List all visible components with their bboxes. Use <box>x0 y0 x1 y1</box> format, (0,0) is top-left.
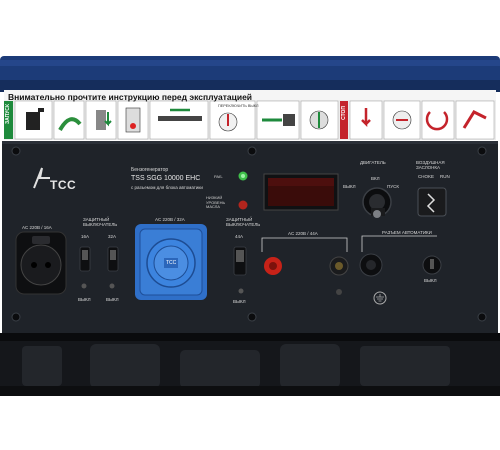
warning-hand-icon <box>455 100 495 140</box>
breaker-32a[interactable] <box>107 246 119 272</box>
choke-title: ВОЗДУШНАЯ ЗАСЛОНКА <box>416 160 445 170</box>
indicator-dot-mid <box>109 283 115 289</box>
lever-icon <box>149 100 209 140</box>
breaker-32a-label: 32А <box>108 234 117 239</box>
outlet-16a[interactable] <box>15 231 67 295</box>
led-low-oil <box>238 200 248 210</box>
fuel-off-icon <box>421 100 455 140</box>
breaker-off-left: ВЫКЛ <box>78 297 91 302</box>
led-work-label: РАБ. <box>214 174 223 179</box>
terminal-black[interactable] <box>329 256 349 276</box>
power-off-icon <box>349 100 383 140</box>
stop-key-icon <box>383 100 421 140</box>
stop-label: СТОП <box>341 106 347 120</box>
breaker-44a-off: ВЫКЛ <box>233 299 246 304</box>
choke-icon <box>256 100 300 140</box>
outlet-32a-label: AC 220В / 32А <box>155 217 185 222</box>
indicator-dot-left <box>81 283 87 289</box>
terminal-red[interactable] <box>264 257 282 275</box>
indicator-dot-right <box>238 288 244 294</box>
key-off-label: ВЫКЛ <box>343 184 356 189</box>
breaker-16a-label: 16А <box>81 234 90 239</box>
breaker-off-right: ВЫКЛ <box>106 297 119 302</box>
breaker-title: ЗАЩИТНЫЙ ВЫКЛЮЧАТЕЛЬ <box>83 217 118 227</box>
choke-run-label: RUN <box>440 174 450 179</box>
breaker-off-icon <box>117 100 149 140</box>
valve-icon <box>85 100 117 140</box>
logo-lightning-icon <box>33 167 50 189</box>
blue-socket-text: TCC <box>166 260 177 266</box>
step-caption: ПЕРЕКЛЮЧИТЬ ВЫКЛ <box>218 104 259 108</box>
automation-label: РАЗЪЕМ АВТОМАТИКИ <box>382 230 432 235</box>
breaker-16a[interactable] <box>79 246 91 272</box>
warning-title: Внимательно прочтите инструкцию перед эк… <box>8 92 253 102</box>
brand-logo: TCC <box>50 178 77 192</box>
automation-connector[interactable] <box>359 253 383 277</box>
choke-knob[interactable] <box>417 187 447 217</box>
model-subtitle: с разъемом для блока автоматики <box>131 185 203 190</box>
automation-switch[interactable] <box>422 255 442 275</box>
engine-label: ДВИГАТЕЛЬ <box>360 160 386 165</box>
key-start-label: ПУСК <box>387 184 399 189</box>
terminal-label: AC 220В / 44А <box>288 231 318 236</box>
product-type: Бензогенератор <box>131 167 169 173</box>
breaker-44a-value: 44А <box>235 234 244 239</box>
automation-off-label: ВЫКЛ <box>424 278 437 283</box>
bolt-small <box>336 289 342 295</box>
start-label: ЗАПУСК <box>5 104 11 125</box>
fuel-can-icon <box>14 100 53 140</box>
key-on-label: ВКЛ <box>371 176 380 181</box>
led-low-oil-label: НИЗКИЙ УРОВЕНЬ МАСЛА <box>206 195 226 209</box>
outlet-16a-label: AC 220В / 16А <box>22 225 52 230</box>
breaker-44a[interactable] <box>233 246 247 276</box>
choke-on-label: CHOKE <box>418 174 435 179</box>
breaker-44a-title: ЗАЩИТНЫЙ ВЫКЛЮЧАТЕЛЬ <box>226 217 261 227</box>
oil-check-icon <box>53 100 85 140</box>
key-start-icon <box>300 100 339 140</box>
model-name: TSS SGG 10000 EHC <box>131 175 201 182</box>
